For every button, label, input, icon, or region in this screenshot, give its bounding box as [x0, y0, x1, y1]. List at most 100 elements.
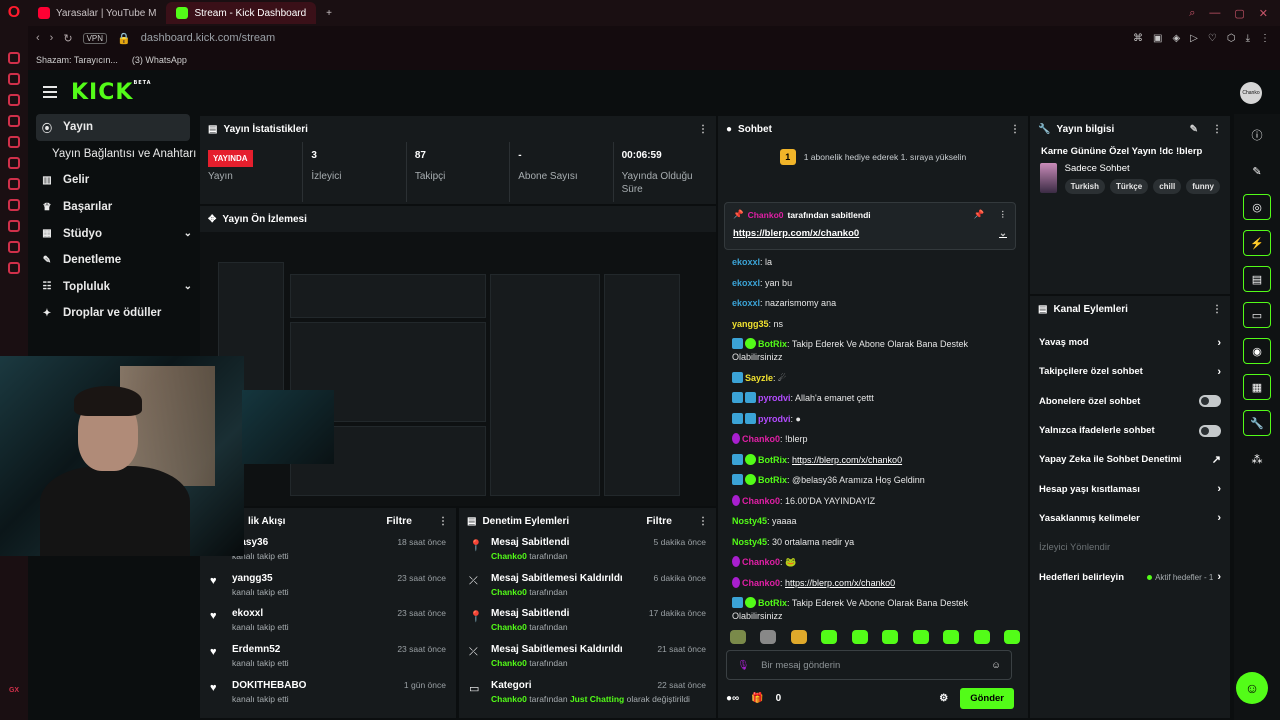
heart-icon[interactable]: ♡ [1208, 33, 1217, 44]
shield-icon[interactable]: ◈ [1172, 33, 1180, 44]
play-icon[interactable]: ▷ [1190, 33, 1198, 44]
avatar[interactable]: Chanko [1240, 82, 1262, 104]
more-icon[interactable]: ⋮ [698, 516, 708, 527]
sidebar-app-icon[interactable] [8, 115, 20, 127]
actor-name[interactable]: Chanko0 [491, 658, 527, 668]
actor-name[interactable]: Chanko0 [491, 622, 527, 632]
back-icon[interactable]: ‹ [36, 32, 40, 44]
chevron-down-icon[interactable]: ⌄ [999, 228, 1007, 239]
bookmark-icon[interactable]: ⌘ [1133, 33, 1143, 44]
nav-item-moderation[interactable]: ✎ Denetleme [28, 247, 198, 274]
search-icon[interactable]: ⌕ [1189, 7, 1195, 20]
forward-icon[interactable]: › [50, 32, 54, 44]
sidebar-app-icon[interactable] [8, 220, 20, 232]
chat-link[interactable]: https://blerp.com/x/chanko0 [792, 455, 902, 465]
gift-icon[interactable]: 🎁 [751, 693, 763, 704]
ai-moderation-row[interactable]: Yapay Zeka ile Sohbet Denetimi ↗ [1030, 445, 1230, 474]
chat-username[interactable]: Nosty45 [732, 516, 767, 526]
unpin-icon[interactable]: 📌 [974, 209, 985, 220]
chat-username[interactable]: pyrodvi [758, 393, 791, 403]
chat-username[interactable]: Chanko0 [742, 578, 780, 588]
pinned-link[interactable]: https://blerp.com/x/chanko0 [733, 228, 859, 239]
chat-username[interactable]: BotRix [758, 475, 787, 485]
more-icon[interactable]: ⋮ [698, 124, 708, 135]
url-field[interactable]: dashboard.kick.com/stream [141, 32, 276, 44]
nav-item-drops[interactable]: ✦ Droplar ve ödüller [28, 300, 198, 327]
nav-item-community[interactable]: ☷ Topluluk ⌄ [28, 274, 198, 301]
subscribers-only-toggle[interactable] [1199, 395, 1221, 408]
chat-username[interactable]: yangg35 [732, 319, 769, 329]
actor-name[interactable]: Chanko0 [491, 694, 527, 704]
edit-icon[interactable]: ✎ [1243, 158, 1271, 184]
sidebar-app-icon[interactable] [8, 73, 20, 85]
slow-mode-row[interactable]: Yavaş mod › [1030, 328, 1230, 357]
chat-username[interactable]: ekoxxl [732, 298, 760, 308]
more-icon[interactable]: ⋮ [1010, 124, 1020, 135]
settings-icon[interactable]: ⚙ [939, 693, 948, 704]
layout-icon[interactable]: ▦ [1243, 374, 1271, 400]
browser-tab-kick[interactable]: Stream - Kick Dashboard [166, 2, 317, 24]
filter-button[interactable]: Filtre [646, 515, 672, 527]
chat-username[interactable]: pyrodvi [758, 414, 791, 424]
menu-icon[interactable]: ⋮ [1260, 33, 1270, 44]
broadcast-icon[interactable]: ◉ [1243, 338, 1271, 364]
vpn-badge[interactable]: VPN [82, 32, 108, 44]
more-icon[interactable]: ⋮ [438, 516, 448, 527]
chat-username[interactable]: BotRix [758, 598, 787, 608]
info-icon[interactable]: ⓘ [1243, 122, 1271, 148]
capture-icon[interactable]: ◎ [1243, 194, 1271, 220]
nav-item-stream[interactable]: ⦿ Yayın [36, 114, 190, 141]
chat-input[interactable]: 🎙 Bir mesaj gönderin ☺ [726, 650, 1012, 680]
more-icon[interactable]: ⋮ [1212, 304, 1222, 315]
chat-icon[interactable]: ▭ [1243, 302, 1271, 328]
emote-icon[interactable] [730, 630, 746, 644]
bookmark-shazam[interactable]: Shazam: Tarayıcın... [36, 55, 118, 65]
nav-item-studio[interactable]: ▦ Stüdyo ⌄ [28, 220, 198, 247]
menu-icon[interactable] [43, 86, 57, 98]
document-icon[interactable]: ▤ [1243, 266, 1271, 292]
kick-logo[interactable]: KICKBETA [71, 80, 152, 105]
twitch-icon[interactable] [8, 157, 20, 169]
wrench-icon[interactable]: 🔧 [1243, 410, 1271, 436]
emote-icon[interactable] [760, 630, 777, 644]
opera-logo-icon[interactable]: O [0, 0, 28, 26]
chat-username[interactable]: BotRix [758, 455, 787, 465]
chat-username[interactable]: BotRix [758, 339, 787, 349]
more-icon[interactable]: ⋮ [1212, 124, 1222, 135]
account-age-row[interactable]: Hesap yaşı kısıtlaması › [1030, 474, 1230, 503]
stream-preview-video[interactable] [200, 232, 716, 506]
more-icon[interactable]: ⋮ [999, 209, 1008, 220]
support-chat-button[interactable]: ☺ [1236, 672, 1268, 704]
nav-item-achievements[interactable]: ♛ Başarılar [28, 194, 198, 221]
minimize-icon[interactable]: — [1209, 7, 1220, 20]
goals-row[interactable]: Hedefleri belirleyin Aktif hedefler - 1 › [1030, 562, 1230, 591]
chat-username[interactable]: Sayzle [745, 373, 773, 383]
sidebar-app-icon[interactable] [8, 199, 20, 211]
category-name[interactable]: Just Chatting [570, 694, 624, 704]
followers-only-row[interactable]: Takipçilere özel sohbet › [1030, 357, 1230, 386]
chat-username[interactable]: Chanko0 [742, 496, 780, 506]
people-icon[interactable]: ⁂ [1243, 446, 1271, 472]
bookmark-whatsapp[interactable]: (3) WhatsApp [132, 55, 187, 65]
sidebar-app-icon[interactable] [8, 52, 20, 64]
actor-name[interactable]: Chanko0 [491, 551, 527, 561]
emoji-icon[interactable]: ☺ [991, 660, 1001, 671]
emote-icon[interactable] [943, 630, 960, 644]
edit-icon[interactable]: ✎ [1190, 124, 1198, 135]
new-tab-button[interactable]: + [316, 2, 342, 24]
browser-tab-youtube[interactable]: Yarasalar | YouTube M [28, 2, 166, 24]
chat-username[interactable]: ekoxxl [732, 278, 760, 288]
nav-item-stream-key[interactable]: Yayın Bağlantısı ve Anahtarı [28, 141, 198, 168]
emote-icon[interactable] [1003, 630, 1020, 644]
emote-icon[interactable] [851, 630, 868, 644]
chat-link[interactable]: https://blerp.com/x/chanko0 [785, 578, 895, 588]
bolt-icon[interactable]: ⚡ [1243, 230, 1271, 256]
send-button[interactable]: Gönder [960, 687, 1014, 709]
points-icon[interactable]: ●∞ [726, 693, 739, 704]
extensions-icon[interactable]: ⬡ [1227, 33, 1236, 44]
sidebar-app-icon[interactable] [8, 94, 20, 106]
emotes-only-toggle[interactable] [1199, 424, 1221, 437]
chat-username[interactable]: Chanko0 [742, 557, 780, 567]
emote-icon[interactable] [882, 630, 899, 644]
emote-icon[interactable] [821, 630, 838, 644]
